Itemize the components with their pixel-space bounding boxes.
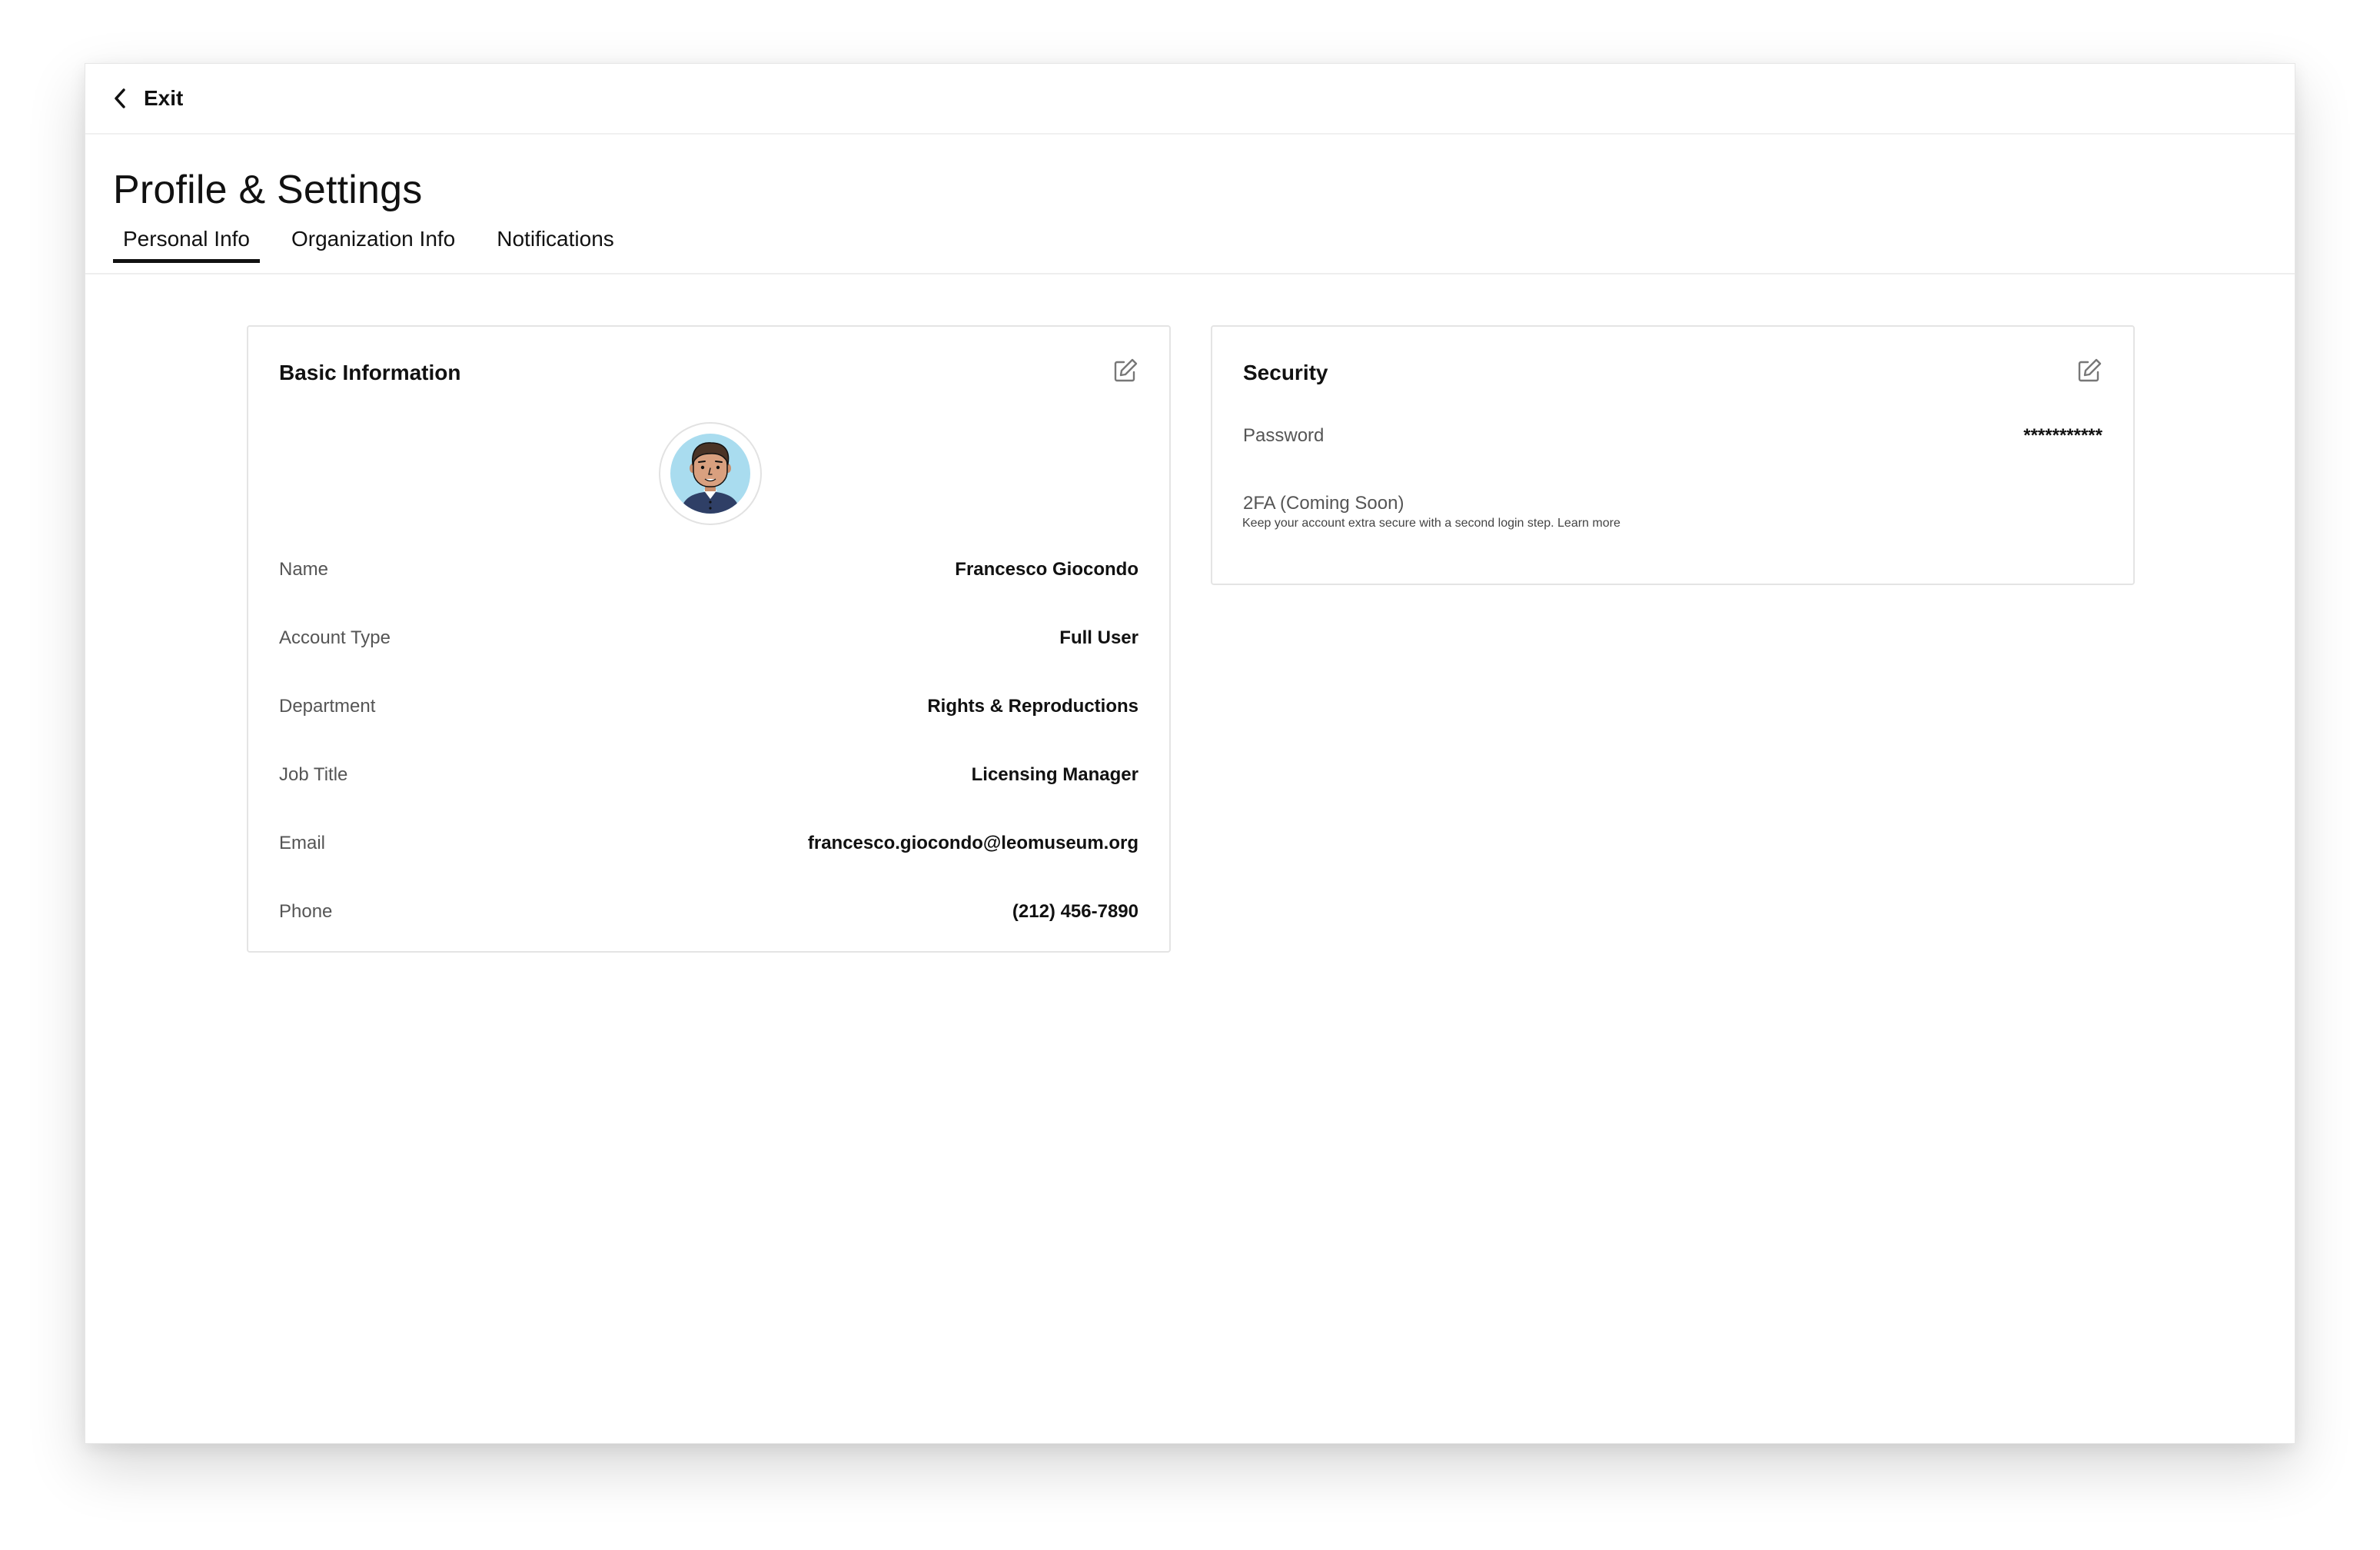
twofa-description: Keep your account extra secure with a se…: [1242, 517, 1620, 530]
email-label: Email: [279, 833, 326, 853]
basic-information-card: Basic Information Name Francesco Giocond…: [247, 325, 1171, 953]
security-title: Security: [1243, 361, 1328, 384]
tabs-divider: [85, 273, 2295, 274]
name-value: Francesco Giocondo: [955, 559, 1138, 580]
tab-personal-info[interactable]: Personal Info: [113, 227, 260, 263]
app-window: Exit Profile & Settings Personal Info Or…: [85, 63, 2295, 1444]
tab-notifications[interactable]: Notifications: [487, 227, 624, 263]
job-title-label: Job Title: [279, 764, 348, 785]
info-row-job-title: Job Title Licensing Manager: [279, 760, 1138, 790]
phone-value: (212) 456-7890: [1012, 901, 1138, 922]
info-row-email: Email francesco.giocondo@leomuseum.org: [279, 828, 1138, 859]
avatar-illustration: [670, 434, 750, 514]
account-type-value: Full User: [1059, 627, 1138, 648]
job-title-value: Licensing Manager: [971, 764, 1138, 785]
password-row: Password ***********: [1243, 421, 2102, 451]
page-title: Profile & Settings: [113, 168, 423, 212]
tab-organization-info[interactable]: Organization Info: [281, 227, 465, 263]
info-row-phone: Phone (212) 456-7890: [279, 896, 1138, 927]
avatar[interactable]: [659, 422, 762, 525]
security-card: Security Password *********** 2FA (Comin…: [1211, 325, 2135, 585]
email-value: francesco.giocondo@leomuseum.org: [807, 833, 1138, 853]
exit-button[interactable]: Exit: [111, 82, 183, 115]
password-label: Password: [1243, 425, 1325, 446]
department-label: Department: [279, 696, 376, 717]
settings-tabs: Personal Info Organization Info Notifica…: [113, 227, 646, 263]
account-type-label: Account Type: [279, 627, 391, 648]
top-bar: Exit: [85, 64, 2295, 135]
department-value: Rights & Reproductions: [927, 696, 1138, 717]
info-row-name: Name Francesco Giocondo: [279, 554, 1138, 585]
twofa-label: 2FA (Coming Soon): [1243, 493, 1404, 514]
info-row-department: Department Rights & Reproductions: [279, 691, 1138, 722]
chevron-left-icon: [115, 88, 125, 108]
edit-security-icon[interactable]: [2076, 358, 2102, 384]
exit-label: Exit: [144, 86, 184, 110]
info-row-account-type: Account Type Full User: [279, 623, 1138, 654]
password-value: ***********: [2023, 425, 2102, 446]
name-label: Name: [279, 559, 329, 580]
basic-information-title: Basic Information: [279, 361, 461, 384]
edit-basic-info-icon[interactable]: [1112, 358, 1138, 384]
phone-label: Phone: [279, 901, 333, 922]
